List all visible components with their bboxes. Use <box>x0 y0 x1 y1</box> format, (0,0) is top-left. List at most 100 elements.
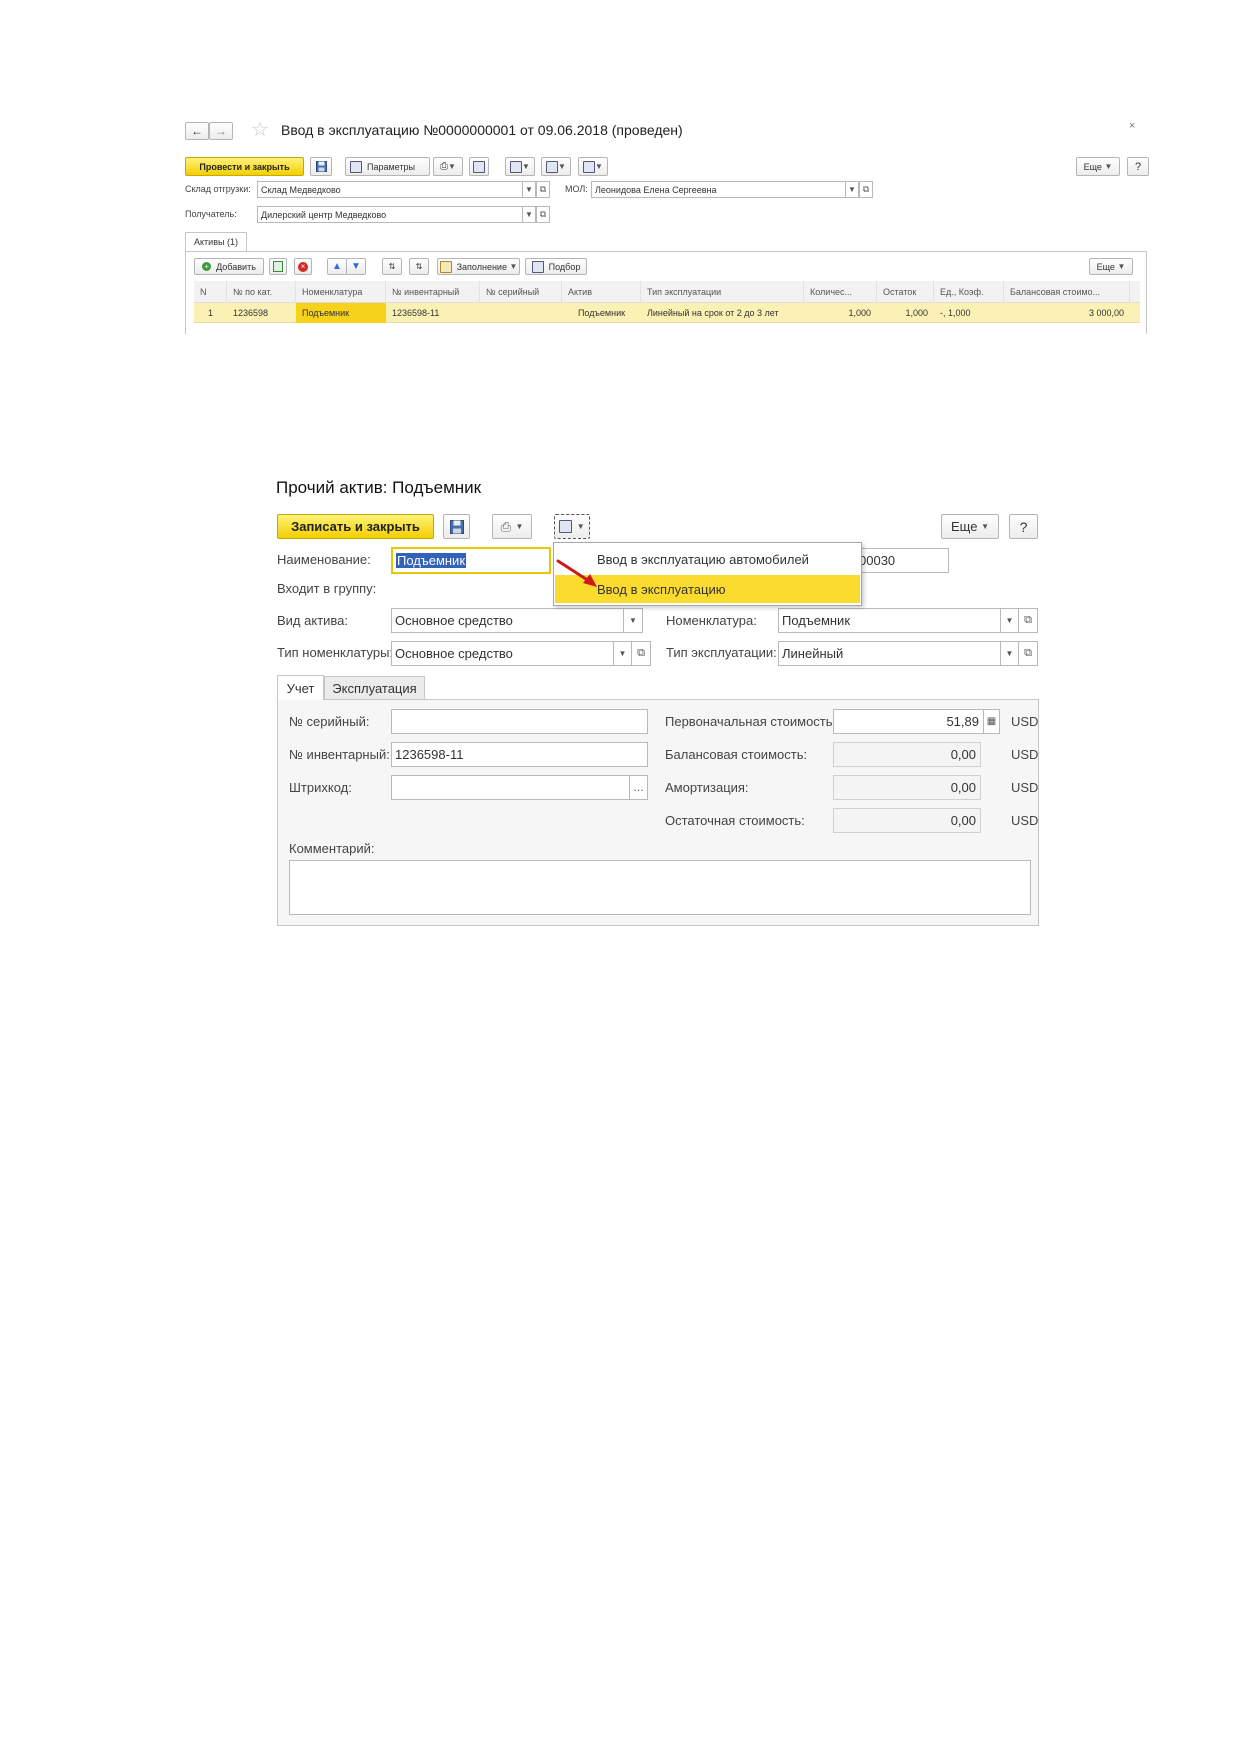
chevron-down-icon: ▼ <box>981 522 989 531</box>
more-button[interactable]: Еще ▼ <box>941 514 999 539</box>
column-header[interactable]: № по кат. <box>227 281 296 303</box>
column-header[interactable]: № инвентарный <box>386 281 480 303</box>
column-header[interactable]: Остаток <box>877 281 934 303</box>
initial-cost-field[interactable]: 51,89 <box>833 709 984 734</box>
chevron-down-icon: ▼ <box>525 185 533 194</box>
group-label: Входит в группу: <box>277 581 377 596</box>
create-based-on-button[interactable]: ▼ <box>554 514 590 539</box>
sort-asc-button[interactable]: ⇅ <box>382 258 402 275</box>
parameters-button[interactable]: Параметры <box>345 157 430 176</box>
exploitation-type-label: Тип эксплуатации: <box>666 645 777 660</box>
copy-row-button[interactable] <box>269 258 287 275</box>
column-header[interactable]: Тип эксплуатации <box>641 281 804 303</box>
column-header[interactable]: Ед., Коэф. <box>934 281 1004 303</box>
tab-accounting[interactable]: Учет <box>277 675 324 700</box>
save-button[interactable] <box>443 514 470 539</box>
nomenclature-dropdown-button[interactable]: ▼ <box>1000 608 1019 633</box>
column-header[interactable]: N <box>194 281 227 303</box>
select-button[interactable]: Подбор <box>525 258 587 275</box>
favorite-star-icon[interactable]: ☆ <box>251 120 269 140</box>
column-header[interactable]: Балансовая стоимо... <box>1004 281 1130 303</box>
mol-dropdown-button[interactable]: ▼ <box>845 181 859 198</box>
arrow-right-icon: → <box>215 124 227 138</box>
chevron-down-icon: ▼ <box>525 210 533 219</box>
save-and-close-button[interactable]: Записать и закрыть <box>277 514 434 539</box>
sort-desc-icon: ⇅ <box>415 262 423 271</box>
nomenclature-field[interactable]: Подъемник <box>778 608 1001 633</box>
move-down-button[interactable]: ▼ <box>346 258 366 275</box>
nomenclature-type-field[interactable]: Основное средство <box>391 641 614 666</box>
print-button[interactable]: ⎙ ▼ <box>492 514 532 539</box>
mol-open-button[interactable]: ⧉ <box>859 181 873 198</box>
chevron-down-icon: ▼ <box>848 185 856 194</box>
help-button[interactable]: ? <box>1009 514 1038 539</box>
sort-desc-button[interactable]: ⇅ <box>409 258 429 275</box>
currency-label: USD <box>1011 780 1039 795</box>
close-icon[interactable]: × <box>1129 120 1135 132</box>
name-selected-text: Подъемник <box>396 553 467 568</box>
calculator-button[interactable]: ▦ <box>983 709 1000 734</box>
column-header[interactable]: Номенклатура <box>296 281 386 303</box>
name-field[interactable]: Подъемник <box>391 547 551 574</box>
barcode-field[interactable] <box>391 775 630 800</box>
balance-cost-cell: 3 000,00 <box>1088 308 1124 318</box>
report-button[interactable] <box>469 157 489 176</box>
inventory-number-cell: 1236598-11 <box>392 308 440 318</box>
arrow-left-icon: ← <box>191 124 203 138</box>
chevron-down-icon: ▼ <box>509 262 518 271</box>
exploitation-type-open-button[interactable]: ⧉ <box>1018 641 1038 666</box>
mol-field[interactable]: Леонидова Елена Сергеевна <box>591 181 846 198</box>
floppy-disk-icon <box>315 161 327 172</box>
create-based-on-button[interactable]: ▼ <box>505 157 535 176</box>
exploitation-type-dropdown-button[interactable]: ▼ <box>1000 641 1019 666</box>
table-row[interactable]: 1 1236598 Подъемник 1236598-11 Подъемник… <box>194 303 1140 323</box>
recipient-open-button[interactable]: ⧉ <box>536 206 550 223</box>
tab-exploitation[interactable]: Эксплуатация <box>324 676 425 700</box>
asset-cell: Подъемник <box>577 308 626 318</box>
exploitation-type-field[interactable]: Линейный <box>778 641 1001 666</box>
warehouse-open-button[interactable]: ⧉ <box>536 181 550 198</box>
form-title: Прочий актив: Подъемник <box>276 478 482 497</box>
add-icon: + <box>202 262 212 271</box>
delete-row-button[interactable]: × <box>294 258 312 275</box>
column-header[interactable]: Количес... <box>804 281 877 303</box>
related-docs-button[interactable]: ▼ <box>541 157 571 176</box>
grid-more-button[interactable]: Еще ▼ <box>1089 258 1133 275</box>
asset-type-dropdown-button[interactable]: ▼ <box>623 608 643 633</box>
balance-cost-field: 0,00 <box>833 742 981 767</box>
barcode-select-button[interactable]: … <box>629 775 648 800</box>
tab-assets[interactable]: Активы (1) <box>185 232 247 251</box>
warehouse-dropdown-button[interactable]: ▼ <box>522 181 536 198</box>
comment-textarea[interactable] <box>289 860 1031 915</box>
recipient-field[interactable]: Дилерский центр Медведково <box>257 206 523 223</box>
nomenclature-type-open-button[interactable]: ⧉ <box>631 641 651 666</box>
column-header[interactable]: № серийный <box>480 281 562 303</box>
warehouse-field[interactable]: Склад Медведково <box>257 181 523 198</box>
serial-field[interactable] <box>391 709 648 734</box>
recipient-dropdown-button[interactable]: ▼ <box>522 206 536 223</box>
chevron-down-icon: ▼ <box>522 162 530 171</box>
open-icon: ⧉ <box>1024 614 1032 626</box>
back-button[interactable]: ← <box>185 122 209 140</box>
move-up-button[interactable]: ▲ <box>327 258 347 275</box>
column-header[interactable]: Актив <box>562 281 641 303</box>
nomenclature-type-dropdown-button[interactable]: ▼ <box>613 641 632 666</box>
print-button[interactable]: ⎙ ▼ <box>433 157 463 176</box>
attachments-button[interactable]: ▼ <box>578 157 608 176</box>
annotation-arrow-icon <box>556 559 597 587</box>
help-button[interactable]: ? <box>1127 157 1149 176</box>
inventory-field[interactable]: 1236598-11 <box>391 742 648 767</box>
nomenclature-open-button[interactable]: ⧉ <box>1018 608 1038 633</box>
save-button[interactable] <box>310 157 332 176</box>
open-icon: ⧉ <box>539 209 547 219</box>
add-row-button[interactable]: + Добавить <box>194 258 264 275</box>
more-button[interactable]: Еще ▼ <box>1076 157 1120 176</box>
asset-type-field[interactable]: Основное средство <box>391 608 624 633</box>
fill-button[interactable]: Заполнение ▼ <box>437 258 520 275</box>
forward-button[interactable]: → <box>209 122 233 140</box>
post-and-close-button[interactable]: Провести и закрыть <box>185 157 304 176</box>
code-field[interactable]: 00030 <box>856 548 949 573</box>
copy-icon <box>273 261 283 272</box>
asset-form-window: Прочий актив: Подъемник Записать и закры… <box>276 478 1042 926</box>
exploitation-type-cell: Линейный на срок от 2 до 3 лет <box>647 308 779 318</box>
